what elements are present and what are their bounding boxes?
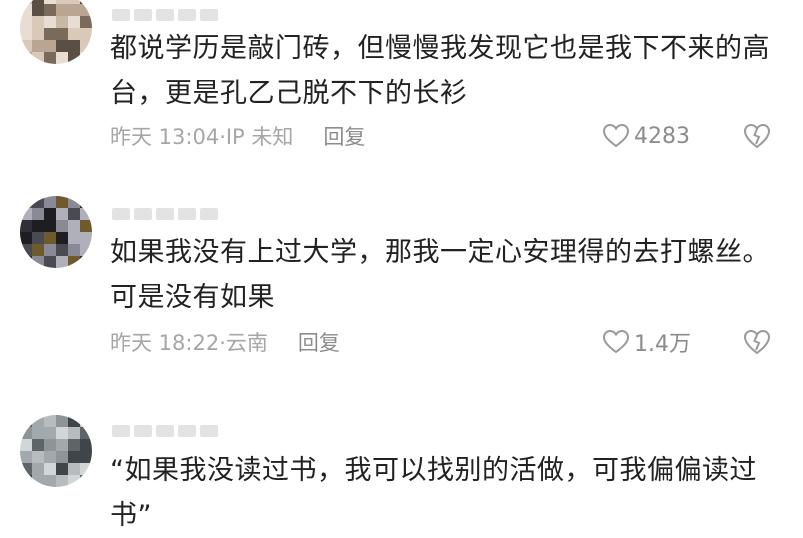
broken-heart-icon [742,328,772,356]
comment-text: 如果我没有上过大学，那我一定心安理得的去打螺丝。可是没有如果 [110,237,770,313]
heart-icon [602,329,630,355]
like-button[interactable]: 4283 [602,121,690,151]
comment-timestamp: 昨天 13:04·IP 未知 [110,125,294,149]
heart-icon [602,123,630,149]
comment-timestamp: 昨天 18:22·云南 [110,331,268,355]
avatar[interactable] [20,415,92,487]
dislike-button[interactable] [742,121,772,151]
comment-text: “如果我没读过书，我可以找别的活做，可我偏偏读过书” [110,455,757,531]
like-count: 1.4万 [634,332,691,357]
username-blurred[interactable] [112,205,218,223]
username-blurred[interactable] [112,422,218,440]
comment-meta: 昨天 18:22·云南 回复 [110,327,340,357]
reply-button[interactable]: 回复 [323,121,365,151]
comment-meta: 昨天 13:04·IP 未知 回复 [110,121,365,151]
avatar[interactable] [20,196,92,268]
comment-text: 都说学历是敲门砖，但慢慢我发现它也是我下不来的高台，更是孔乙己脱不下的长衫 [110,33,770,109]
like-count: 4283 [634,123,690,149]
dislike-button[interactable] [742,327,772,357]
reply-button[interactable]: 回复 [298,327,340,357]
avatar[interactable] [20,0,92,64]
like-button[interactable]: 1.4万 [602,327,691,357]
broken-heart-icon [742,122,772,150]
username-blurred[interactable] [112,6,218,24]
